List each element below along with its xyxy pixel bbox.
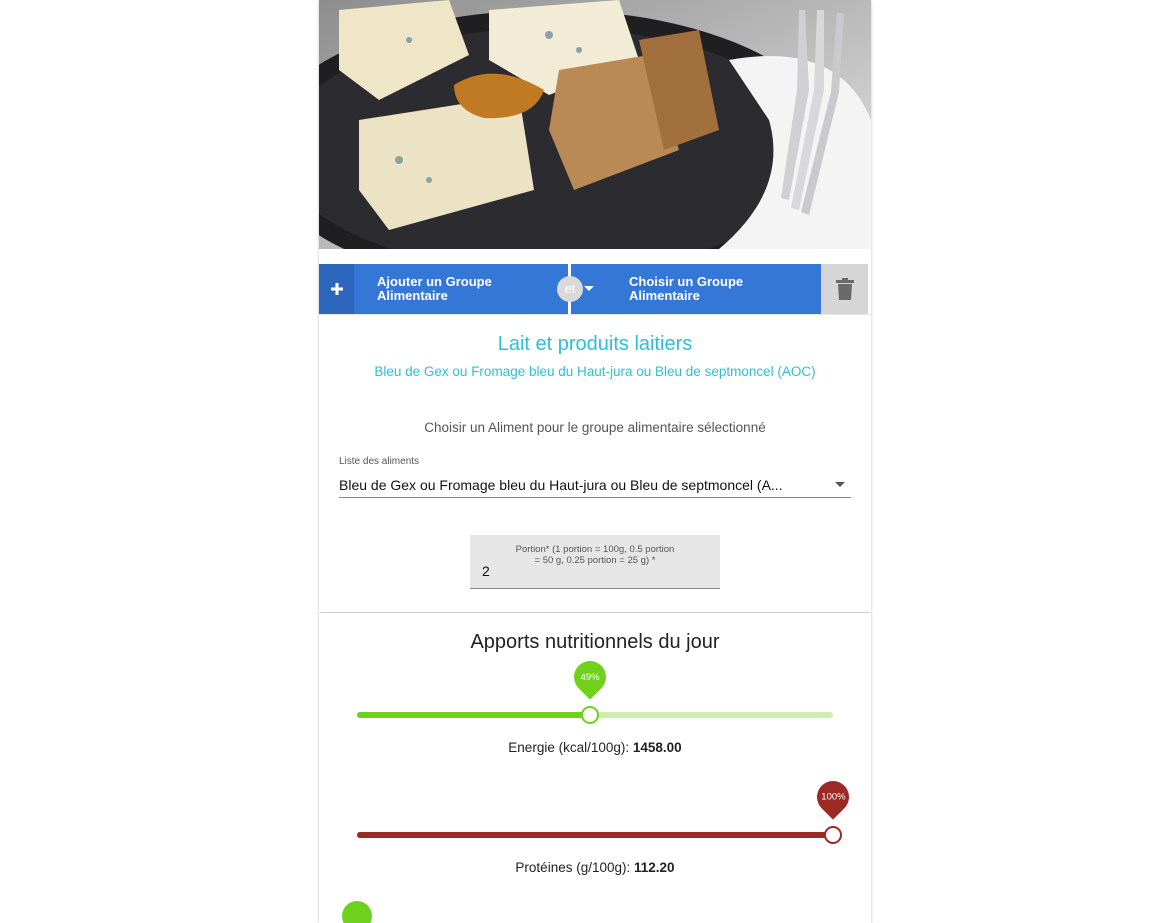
portion-label: Portion* (1 portion = 100g, 0.5 portion … xyxy=(470,544,720,566)
energy-percent-bubble: 49% xyxy=(567,654,613,700)
cheese-plate-image xyxy=(319,0,871,249)
portion-label-line1: Portion* (1 portion = 100g, 0.5 portion xyxy=(515,544,675,555)
food-list-value: Bleu de Gex ou Fromage bleu du Haut-jura… xyxy=(339,477,783,493)
protein-slider-thumb[interactable] xyxy=(824,826,842,844)
protein-percent-bubble: 100% xyxy=(810,774,856,820)
portion-input[interactable]: Portion* (1 portion = 100g, 0.5 portion … xyxy=(470,535,720,589)
protein-value: 112.20 xyxy=(634,860,675,875)
energy-percent-label: 49% xyxy=(580,671,600,683)
add-food-group-button[interactable]: Ajouter un Groupe Alimentaire xyxy=(319,264,568,314)
food-card: Ajouter un Groupe Alimentaire Choisir un… xyxy=(319,0,871,612)
nutrition-title: Apports nutritionnels du jour xyxy=(470,631,720,653)
add-food-group-label: Ajouter un Groupe Alimentaire xyxy=(377,274,492,303)
protein-percent-label: 100% xyxy=(820,791,846,803)
food-list-select[interactable]: Bleu de Gex ou Fromage bleu du Haut-jura… xyxy=(339,470,851,498)
choose-food-group-button[interactable]: Choisir un Groupe Alimentaire xyxy=(571,264,821,314)
energy-readout: Energie (kcal/100g): 1458.00 xyxy=(319,740,871,755)
food-list-label: Liste des aliments xyxy=(339,456,420,467)
choose-food-prompt: Choisir un Aliment pour le groupe alimen… xyxy=(424,420,766,435)
protein-slider-fill xyxy=(357,832,833,838)
plus-icon xyxy=(319,264,354,314)
energy-slider-thumb[interactable] xyxy=(581,706,600,724)
food-group-subtitle: Bleu de Gex ou Fromage bleu du Haut-jura… xyxy=(374,364,816,379)
divider xyxy=(319,314,871,315)
next-slider-thumb[interactable] xyxy=(342,901,372,923)
protein-readout: Protéines (g/100g): 112.20 xyxy=(319,860,871,875)
protein-label: Protéines (g/100g): xyxy=(515,860,631,875)
choose-food-group-label: Choisir un Groupe Alimentaire xyxy=(629,274,744,303)
energy-slider-fill xyxy=(357,712,591,718)
delete-button[interactable] xyxy=(821,264,868,314)
nutrition-card: Apports nutritionnels du jour 49% Energi… xyxy=(319,613,871,923)
dropdown-arrow-icon xyxy=(835,482,845,487)
portion-label-line2: = 50 g, 0.25 portion = 25 g) * xyxy=(534,555,656,566)
energy-label: Energie (kcal/100g): xyxy=(508,740,630,755)
connector-badge: et xyxy=(557,276,583,302)
portion-value: 2 xyxy=(482,563,490,579)
food-group-title: Lait et produits laitiers xyxy=(497,333,693,355)
energy-value: 1458.00 xyxy=(632,740,682,755)
trash-icon xyxy=(835,278,854,300)
